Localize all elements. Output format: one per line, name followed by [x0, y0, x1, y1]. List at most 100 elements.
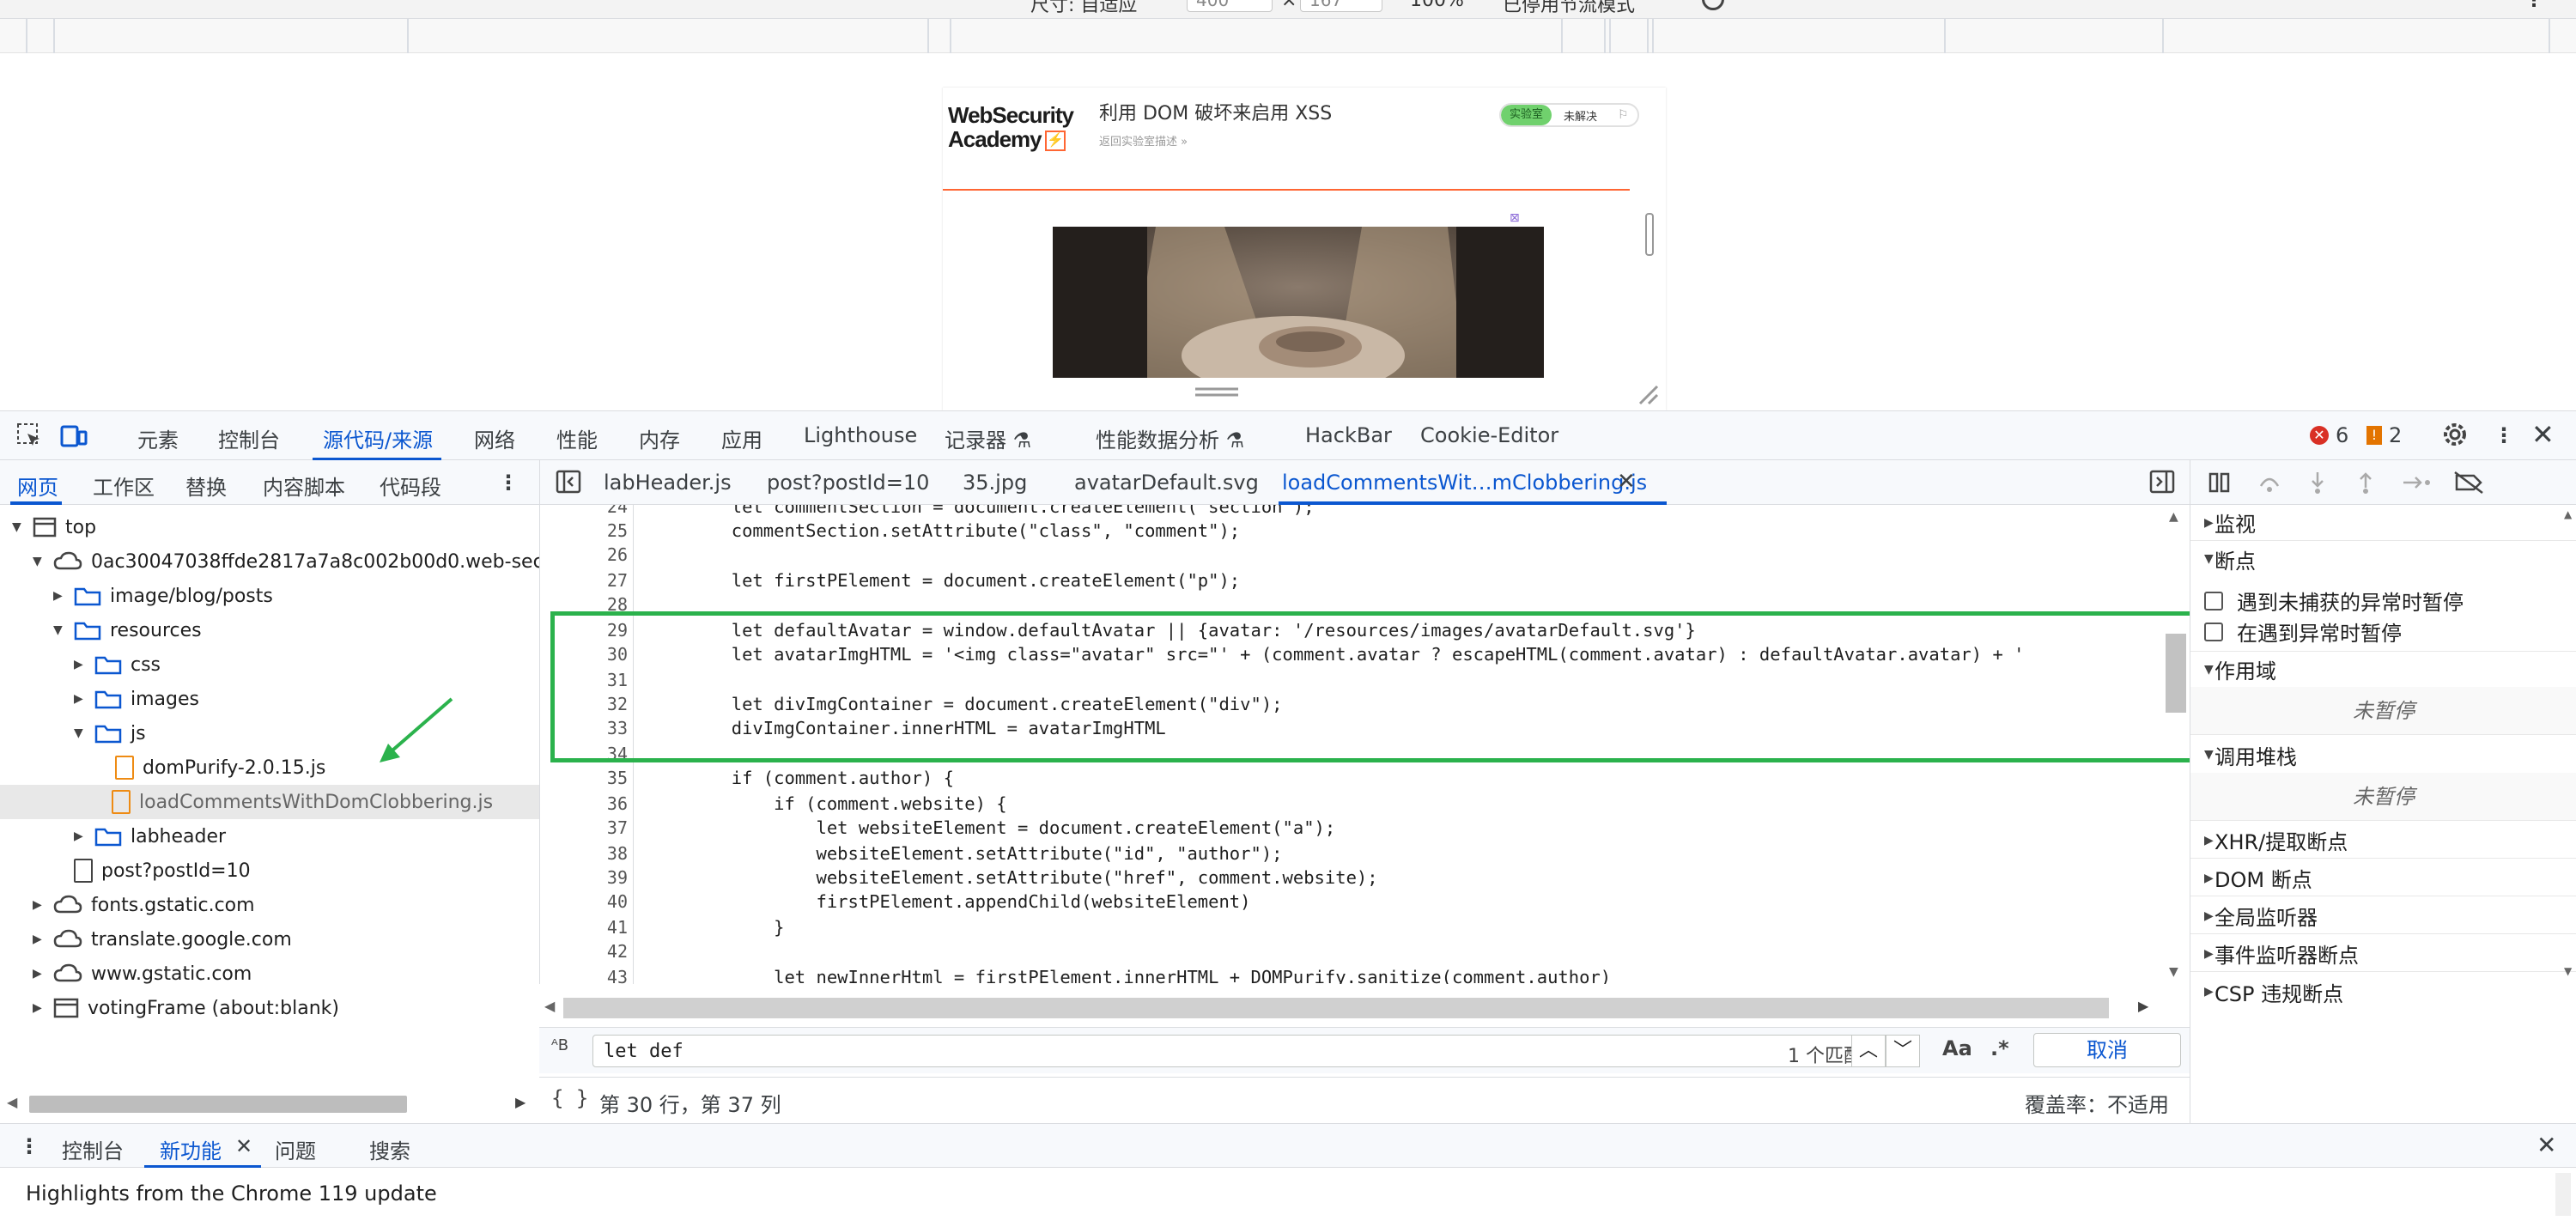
- customize-menu-icon[interactable]: ⋮: [2494, 423, 2514, 447]
- drawer-tab-issues[interactable]: 问题: [275, 1134, 316, 1164]
- editor-vertical-scrollbar[interactable]: ▲ ▼: [2164, 505, 2190, 984]
- editor-horizontal-scrollbar[interactable]: ◀ ▶: [539, 994, 2190, 1022]
- event-listener-breakpoints-section[interactable]: ▶ 事件监听器断点: [2190, 936, 2576, 972]
- tab-lighthouse[interactable]: Lighthouse: [804, 423, 917, 447]
- drawer-tab-whats-new[interactable]: 新功能: [160, 1134, 222, 1164]
- drawer-scrollbar[interactable]: [2555, 1173, 2571, 1216]
- match-case-button[interactable]: Aa: [1942, 1036, 1972, 1060]
- toggle-debugger-icon[interactable]: [2149, 469, 2175, 495]
- line-number[interactable]: 41: [562, 917, 628, 938]
- csp-breakpoints-section[interactable]: ▶ CSP 违规断点: [2190, 974, 2576, 1010]
- editor-tab-avatar-default[interactable]: avatarDefault.svg: [1074, 471, 1259, 495]
- pretty-print-icon[interactable]: { }: [551, 1086, 588, 1110]
- code-line[interactable]: let firstPElement = document.createEleme…: [647, 570, 1240, 591]
- line-number[interactable]: 40: [562, 891, 628, 912]
- tree-item-dompurify-js[interactable]: domPurify-2.0.15.js: [115, 750, 325, 785]
- coverage-status[interactable]: 覆盖率：不适用: [2025, 1088, 2169, 1118]
- line-number[interactable]: 42: [562, 941, 628, 962]
- close-devtools-icon[interactable]: ✕: [2531, 418, 2555, 451]
- tab-memory[interactable]: 内存: [639, 423, 680, 453]
- line-number[interactable]: 39: [562, 867, 628, 888]
- tab-hackbar[interactable]: HackBar: [1305, 423, 1392, 447]
- tab-content-scripts[interactable]: 内容脚本: [263, 471, 345, 501]
- tree-item-image-blog-posts[interactable]: ▶ image/blog/posts: [53, 579, 273, 613]
- line-number[interactable]: 24: [562, 505, 628, 517]
- next-match-icon[interactable]: ﹀: [1886, 1035, 1920, 1067]
- step-icon[interactable]: [2402, 471, 2433, 495]
- call-stack-section[interactable]: ▼ 调用堆栈: [2190, 737, 2576, 773]
- tab-performance[interactable]: 性能: [556, 423, 598, 453]
- ad-choices-icon[interactable]: ⊠: [1510, 211, 1520, 225]
- media-query-ruler[interactable]: [0, 19, 2576, 53]
- page-preview[interactable]: WebSecurity Academy ⚡ 利用 DOM 破坏来启用 XSS 返回…: [943, 88, 1666, 410]
- tree-item-translate-google[interactable]: ▶ translate.google.com: [33, 922, 292, 957]
- editor-tab-loadcomments[interactable]: loadCommentsWit…mClobbering.js: [1282, 471, 1647, 495]
- tree-item-post-document[interactable]: post?postId=10: [74, 853, 251, 888]
- replace-toggle-icon[interactable]: ᴬB: [551, 1036, 568, 1054]
- editor-tab-35-jpg[interactable]: 35.jpg: [963, 471, 1027, 495]
- line-number[interactable]: 26: [562, 544, 628, 565]
- close-tab-icon[interactable]: ✕: [235, 1134, 252, 1158]
- bottom-resize-handle[interactable]: [1195, 386, 1238, 398]
- tab-performance-insights[interactable]: 性能数据分析 ⚗: [1096, 423, 1244, 453]
- code-line[interactable]: firstPElement.appendChild(websiteElement…: [647, 891, 1250, 912]
- height-input[interactable]: 167: [1300, 0, 1382, 12]
- tab-sources[interactable]: 源代码/来源: [323, 423, 433, 453]
- cancel-search-button[interactable]: 取消: [2033, 1033, 2181, 1067]
- tree-item-voting-frame[interactable]: ▶ votingFrame (about:blank): [33, 991, 339, 1025]
- corner-resize-handle[interactable]: [1637, 383, 1659, 405]
- tab-recorder[interactable]: 记录器 ⚗: [945, 423, 1031, 453]
- device-toolbar-icon[interactable]: [60, 422, 88, 447]
- tab-elements[interactable]: 元素: [137, 423, 179, 453]
- rotate-icon[interactable]: [1702, 0, 1724, 10]
- tree-item-js[interactable]: ▼ js: [74, 716, 146, 750]
- pause-uncaught-checkbox[interactable]: 遇到未捕获的异常时暂停: [2204, 586, 2464, 616]
- deactivate-breakpoints-icon[interactable]: [2453, 471, 2484, 495]
- pause-caught-checkbox[interactable]: 在遇到异常时暂停: [2204, 617, 2402, 647]
- tree-item-www-gstatic[interactable]: ▶ www.gstatic.com: [33, 957, 252, 991]
- line-number[interactable]: 38: [562, 843, 628, 864]
- navigator-more-icon[interactable]: ⋮: [498, 471, 519, 495]
- code-line[interactable]: let websiteElement = document.createElem…: [647, 817, 1335, 838]
- zoom-select[interactable]: 100%: [1410, 0, 1464, 11]
- line-number[interactable]: 27: [562, 570, 628, 591]
- warning-count[interactable]: ! 2: [2366, 423, 2402, 447]
- back-to-lab-link[interactable]: 返回实验室描述 »: [1099, 132, 1188, 149]
- tab-page[interactable]: 网页: [17, 471, 58, 501]
- dom-breakpoints-section[interactable]: ▶ DOM 断点: [2190, 860, 2576, 896]
- find-input[interactable]: let def 1 个匹配项: [592, 1035, 1891, 1067]
- global-listeners-section[interactable]: ▶ 全局监听器: [2190, 898, 2576, 934]
- pause-resume-icon[interactable]: [2208, 471, 2232, 495]
- tab-snippets[interactable]: 代码段: [380, 471, 441, 501]
- more-options-icon[interactable]: ⋮: [2524, 0, 2543, 11]
- editor-tab-labheader[interactable]: labHeader.js: [604, 471, 732, 495]
- line-number[interactable]: 43: [562, 967, 628, 984]
- line-number[interactable]: 25: [562, 520, 628, 541]
- previous-match-icon[interactable]: ︿: [1851, 1035, 1886, 1067]
- tree-item-top[interactable]: ▼ top: [12, 510, 96, 544]
- toggle-navigator-icon[interactable]: [556, 469, 581, 495]
- tree-item-fonts-gstatic[interactable]: ▶ fonts.gstatic.com: [33, 888, 255, 922]
- tree-item-css[interactable]: ▶ css: [74, 647, 161, 682]
- code-line[interactable]: let commentSection = document.createElem…: [647, 505, 1315, 517]
- error-count[interactable]: ✕ 6: [2310, 423, 2348, 447]
- drawer-tab-search[interactable]: 搜索: [369, 1134, 410, 1164]
- navigator-horizontal-scrollbar[interactable]: ◀ ▶: [0, 1090, 539, 1120]
- code-line[interactable]: commentSection.setAttribute("class", "co…: [647, 520, 1240, 541]
- tab-network[interactable]: 网络: [474, 423, 515, 453]
- line-number[interactable]: 36: [562, 793, 628, 814]
- tree-item-resources[interactable]: ▼ resources: [53, 613, 202, 647]
- close-drawer-icon[interactable]: ✕: [2537, 1131, 2556, 1159]
- dimensions-select[interactable]: 尺寸: 自适应: [1030, 0, 1137, 17]
- step-over-icon[interactable]: [2257, 471, 2281, 495]
- tab-workspace[interactable]: 工作区: [93, 471, 155, 501]
- regex-button[interactable]: .*: [1990, 1036, 2009, 1060]
- code-line[interactable]: if (comment.author) {: [647, 768, 954, 788]
- step-out-icon[interactable]: [2354, 471, 2378, 495]
- tab-cookie-editor[interactable]: Cookie-Editor: [1420, 423, 1558, 447]
- debugger-scrollbar[interactable]: ▲ ▼: [2562, 505, 2576, 1123]
- editor-tab-post[interactable]: post?postId=10: [767, 471, 929, 495]
- code-line[interactable]: if (comment.website) {: [647, 793, 1007, 814]
- tree-item-images[interactable]: ▶ images: [74, 682, 199, 716]
- drawer-tab-console[interactable]: 控制台: [62, 1134, 124, 1164]
